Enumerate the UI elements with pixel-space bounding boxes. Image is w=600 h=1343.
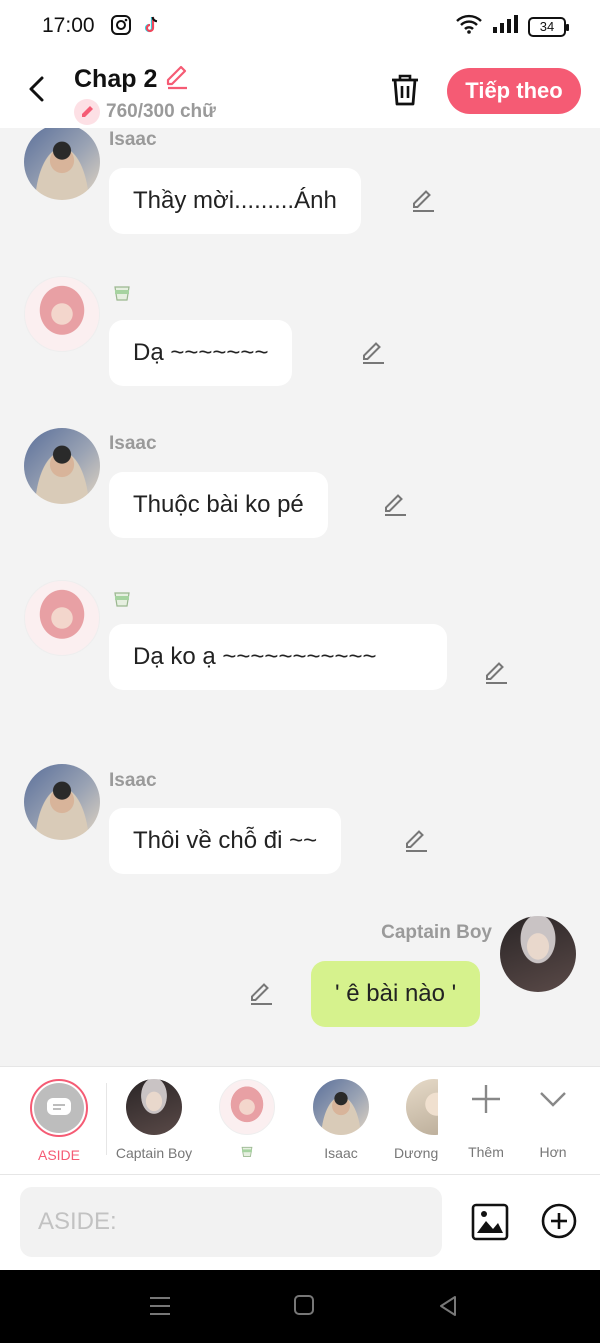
- avatar-isaac[interactable]: [24, 764, 100, 840]
- plus-icon: [472, 1085, 500, 1113]
- avatar-isaac[interactable]: [24, 128, 100, 200]
- add-button[interactable]: [540, 1202, 578, 1240]
- sender-name: Isaac: [109, 129, 157, 150]
- instagram-icon: [110, 14, 132, 36]
- character-label: Captain Boy: [115, 1145, 193, 1161]
- pencil-icon: [74, 99, 100, 125]
- image-button[interactable]: [470, 1202, 510, 1242]
- image-icon: [471, 1203, 509, 1241]
- add-circle-icon: [541, 1203, 577, 1239]
- battery-indicator: 34: [528, 16, 569, 37]
- message-bubble[interactable]: Dạ ko ạ ~~~~~~~~~~~: [109, 624, 447, 690]
- edit-message-icon[interactable]: [382, 492, 408, 518]
- character-label: Dương: [394, 1145, 438, 1161]
- edit-title-icon[interactable]: [163, 62, 191, 97]
- character-bar: ASIDE Captain Boy Isaac Dương Thêm Hơn: [0, 1066, 600, 1174]
- add-label: Thêm: [468, 1144, 504, 1160]
- menu-nav-icon[interactable]: [148, 1294, 172, 1323]
- edit-message-icon[interactable]: [410, 188, 436, 214]
- avatar-captain-boy[interactable]: [500, 916, 576, 992]
- message-bubble[interactable]: Thầy mời.........Ánh: [109, 168, 361, 234]
- delete-button[interactable]: [388, 72, 422, 108]
- tea-icon: [112, 590, 132, 608]
- chat-area: Isaac Thầy mời.........Ánh Dạ ~~~~~~~ Is…: [0, 128, 600, 1066]
- trash-icon: [392, 74, 418, 106]
- avatar-captain-boy: [126, 1079, 182, 1135]
- avatar-girl: [219, 1079, 275, 1135]
- message-bubble[interactable]: Dạ ~~~~~~~: [109, 320, 293, 386]
- system-nav-bar: [0, 1270, 600, 1343]
- back-nav-icon[interactable]: [437, 1294, 459, 1323]
- back-button[interactable]: [22, 72, 52, 106]
- tea-icon: [218, 1145, 276, 1161]
- add-character-button[interactable]: Thêm: [462, 1079, 510, 1160]
- home-nav-icon[interactable]: [293, 1294, 315, 1321]
- sender-name: Isaac: [109, 770, 157, 791]
- character-label: ASIDE: [37, 1147, 80, 1163]
- status-bar: 17:00 34: [0, 0, 600, 52]
- tea-icon: [112, 284, 132, 302]
- chapter-title: Chap 2: [74, 65, 158, 93]
- avatar-isaac[interactable]: [24, 428, 100, 504]
- sender-name: Captain Boy: [381, 922, 492, 943]
- signal-icon: [492, 14, 518, 39]
- divider: [106, 1083, 107, 1155]
- message-input[interactable]: [20, 1187, 442, 1257]
- word-count: 760/300 chữ: [106, 101, 216, 122]
- avatar-duong: [406, 1079, 438, 1135]
- chevron-down-icon: [540, 1092, 566, 1107]
- character-duong[interactable]: Dương: [394, 1079, 438, 1161]
- wifi-icon: [456, 14, 482, 39]
- character-label: Isaac: [324, 1145, 358, 1161]
- editor-header: Chap 2 760/300 chữ Tiếp theo: [0, 52, 600, 128]
- character-isaac[interactable]: Isaac: [312, 1079, 370, 1161]
- character-girl[interactable]: [218, 1079, 276, 1161]
- edit-message-icon[interactable]: [403, 828, 429, 854]
- expand-label: Hơn: [539, 1144, 567, 1160]
- status-time: 17:00: [42, 14, 95, 37]
- sender-name: Isaac: [109, 433, 157, 454]
- expand-button[interactable]: Hơn: [530, 1079, 576, 1160]
- avatar-isaac: [313, 1079, 369, 1135]
- character-captain-boy[interactable]: Captain Boy: [114, 1079, 194, 1161]
- input-bar: [0, 1174, 600, 1270]
- edit-message-icon[interactable]: [248, 981, 274, 1007]
- edit-message-icon[interactable]: [483, 660, 509, 686]
- edit-message-icon[interactable]: [360, 340, 386, 366]
- message-bubble[interactable]: Thôi về chỗ đi ~~: [109, 808, 342, 874]
- aside-chat-icon: [34, 1083, 84, 1133]
- avatar-girl[interactable]: [24, 580, 100, 656]
- my-message-bubble[interactable]: ' ê bài nào ': [311, 961, 481, 1027]
- character-aside[interactable]: ASIDE: [30, 1079, 88, 1163]
- next-button[interactable]: Tiếp theo: [447, 68, 581, 114]
- avatar-girl[interactable]: [24, 276, 100, 352]
- message-bubble[interactable]: Thuộc bài ko pé: [109, 472, 328, 538]
- tiktok-icon: [140, 14, 162, 36]
